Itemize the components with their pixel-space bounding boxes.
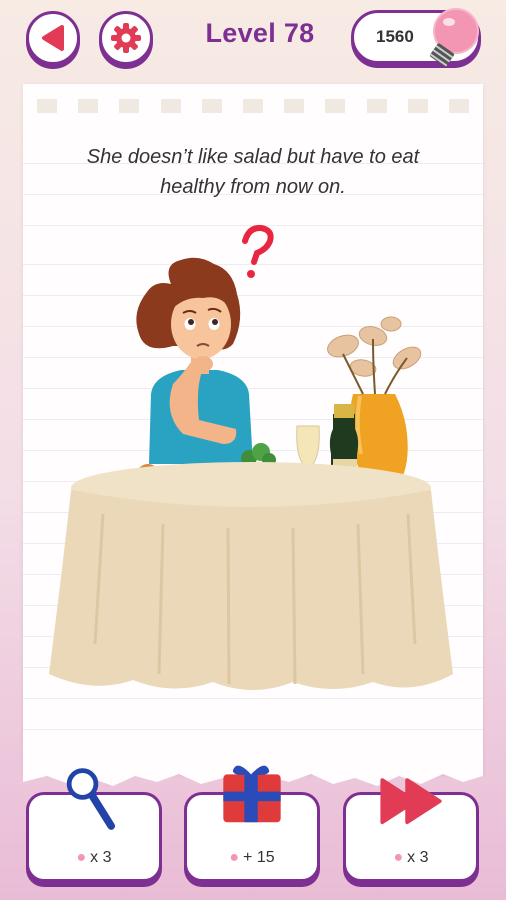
magnifier-icon <box>66 768 116 830</box>
question-mark-icon[interactable] <box>242 224 274 278</box>
lightbulb-icon <box>429 8 479 67</box>
fast-forward-icon <box>380 778 442 825</box>
skip-cost: x 3 <box>407 849 429 866</box>
level-title: Level 78 <box>205 18 315 48</box>
gift-icon <box>223 765 281 823</box>
dinner-scene <box>49 224 453 690</box>
dining-table <box>49 462 453 690</box>
magnifier-tool-button[interactable]: ● x 3 <box>26 768 162 882</box>
magnifier-cost: x 3 <box>90 849 112 866</box>
back-arrow-icon <box>42 25 64 51</box>
gift-reward: + 15 <box>243 849 275 866</box>
hint-count: 1560 <box>376 27 414 46</box>
gift-tool-button[interactable]: ● + 15 <box>184 765 320 882</box>
woman-character[interactable] <box>136 257 253 464</box>
settings-button[interactable] <box>99 11 153 65</box>
back-button[interactable] <box>26 11 80 65</box>
lightbulb-small-icon: ● <box>76 849 87 866</box>
gear-icon <box>111 23 141 53</box>
paper-card: She doesn’t like salad but have to eat h… <box>23 84 483 786</box>
hint-counter[interactable]: 1560 <box>351 8 481 67</box>
skip-tool-button[interactable]: ● x 3 <box>343 778 479 882</box>
lightbulb-small-icon: ● <box>393 849 404 866</box>
lightbulb-small-icon: ● <box>229 849 240 866</box>
